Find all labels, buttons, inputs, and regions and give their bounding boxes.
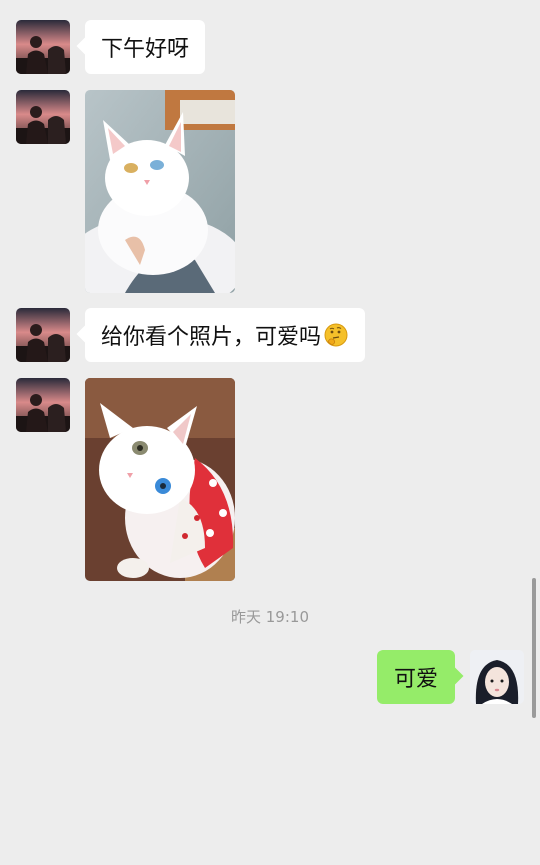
message-text: 可爱 [393,667,438,692]
self-avatar[interactable] [470,650,524,704]
thinking-face-emoji-icon [323,322,349,348]
chat-scrollbar[interactable] [532,578,536,718]
contact-avatar[interactable] [16,308,70,362]
message-bubble-incoming[interactable]: 下午好呀 [85,20,206,74]
cat-photo-message[interactable] [85,378,235,581]
cat-photo-message[interactable] [85,90,235,293]
contact-avatar[interactable] [16,20,70,74]
contact-avatar[interactable] [16,90,70,144]
message-bubble-incoming[interactable]: 给你看个照片，可爱吗 [85,308,366,362]
message-text: 给你看个照片，可爱吗 [101,325,322,350]
message-text: 下午好呀 [101,37,190,62]
contact-avatar[interactable] [16,378,70,432]
message-timestamp: 昨天 19:10 [231,608,309,626]
message-bubble-outgoing[interactable]: 可爱 [377,650,455,704]
